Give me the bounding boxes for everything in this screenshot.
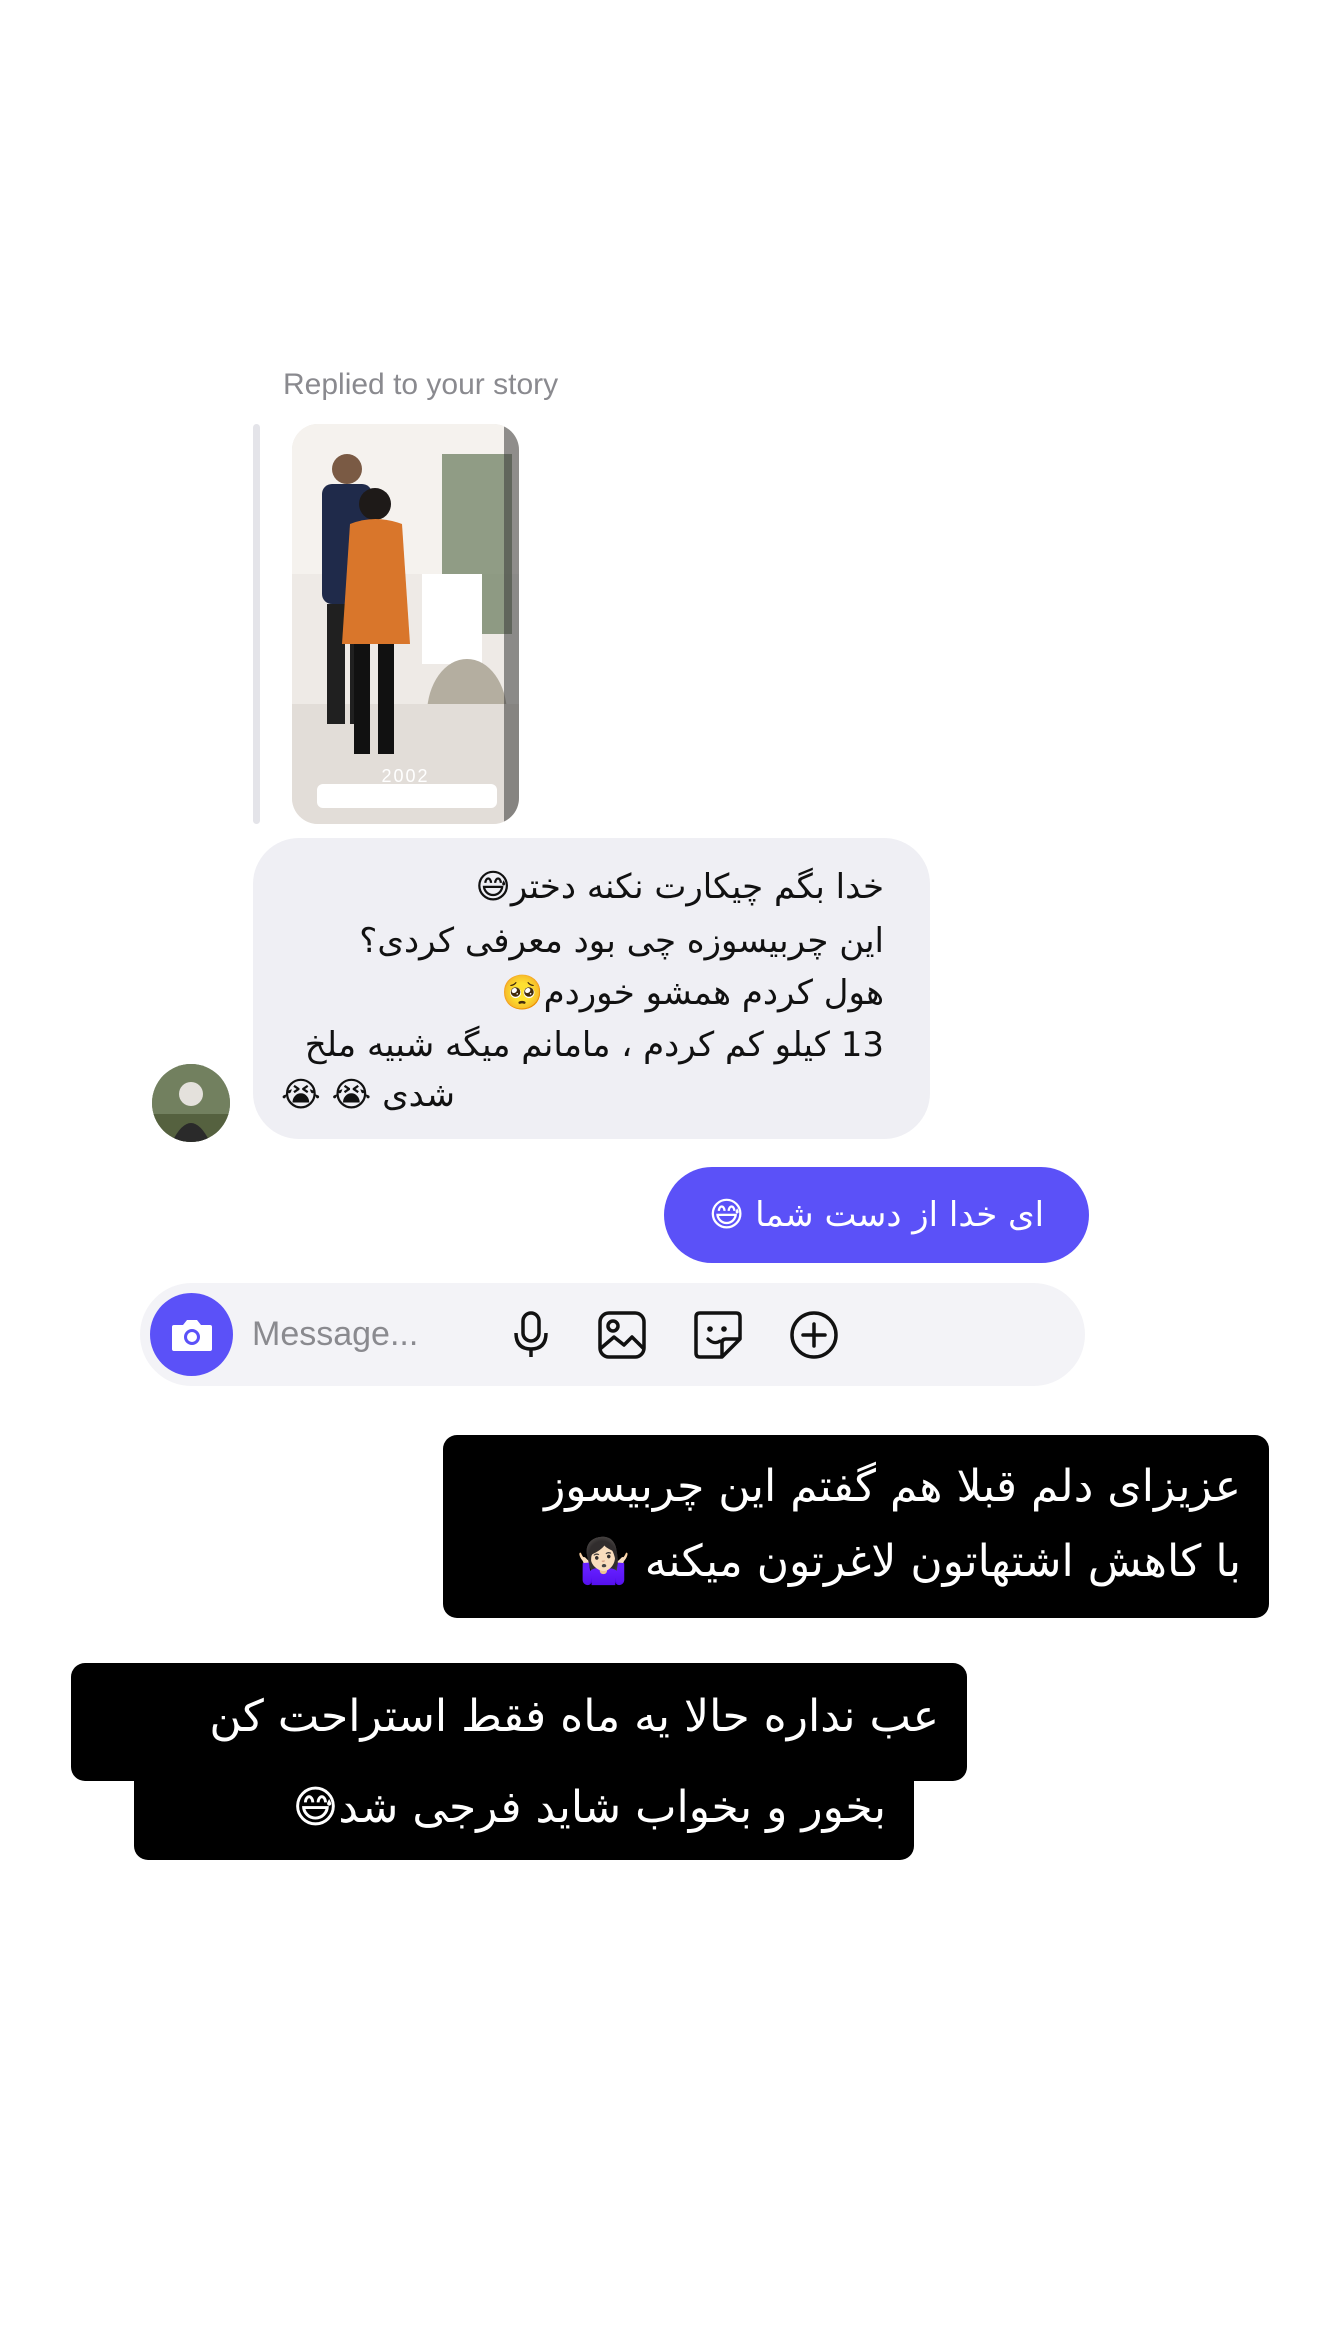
message-line: 13 کیلو کم کردم ، مامانم میگه شبیه ملخ bbox=[304, 1025, 884, 1065]
sticker-button[interactable] bbox=[692, 1309, 744, 1361]
reply-header: Replied to your story bbox=[283, 368, 559, 401]
add-button[interactable] bbox=[788, 1309, 840, 1361]
gallery-button[interactable] bbox=[596, 1309, 648, 1361]
camera-icon bbox=[171, 1319, 212, 1351]
message-line: هول کردم همشو خوردم🥺 bbox=[501, 973, 884, 1013]
caption-line: عب نداره حالا یه ماه فقط استراحت کن bbox=[209, 1691, 939, 1742]
caption-line: با کاهش اشتهاتون لاغرتون میکنه 🤷🏻‍♀️ bbox=[575, 1536, 1241, 1587]
message-line: خدا بگم چیکارت نکنه دختر😅 bbox=[475, 867, 884, 907]
message-line: شدی 😭 😭 bbox=[281, 1075, 456, 1115]
message-line: این چربیسوزه چی بود معرفی کردی؟ bbox=[359, 921, 884, 961]
incoming-message-bubble[interactable]: خدا بگم چیکارت نکنه دختر😅 این چربیسوزه چ… bbox=[253, 838, 930, 1139]
story-reply-bar bbox=[253, 424, 260, 824]
caption-box: بخور و بخواب شاید فرجی شد😅 bbox=[134, 1768, 914, 1860]
caption-box: عب نداره حالا یه ماه فقط استراحت کن bbox=[71, 1663, 967, 1781]
microphone-icon bbox=[514, 1311, 548, 1357]
camera-button[interactable] bbox=[150, 1293, 233, 1376]
outgoing-message-bubble[interactable]: ای خدا از دست شما 😅 bbox=[664, 1167, 1089, 1263]
caption-box: عزیزای دلم قبلا هم گفتم این چربیسوز با ک… bbox=[443, 1435, 1269, 1618]
message-composer bbox=[140, 1283, 1085, 1386]
microphone-button[interactable] bbox=[505, 1309, 557, 1361]
outgoing-message-text: ای خدا از دست شما 😅 bbox=[708, 1195, 1045, 1235]
image-icon bbox=[598, 1311, 646, 1359]
story-thumbnail[interactable]: 2002 bbox=[292, 424, 519, 824]
plus-circle-icon bbox=[790, 1311, 838, 1359]
caption-line: بخور و بخواب شاید فرجی شد😅 bbox=[292, 1782, 886, 1833]
story-photo bbox=[292, 424, 519, 824]
sticker-icon bbox=[694, 1311, 742, 1359]
avatar[interactable] bbox=[152, 1064, 230, 1142]
avatar-photo bbox=[152, 1064, 230, 1142]
story-overlay-text: 2002 bbox=[381, 766, 430, 786]
caption-line: عزیزای دلم قبلا هم گفتم این چربیسوز bbox=[544, 1461, 1241, 1512]
message-input[interactable] bbox=[252, 1311, 532, 1357]
